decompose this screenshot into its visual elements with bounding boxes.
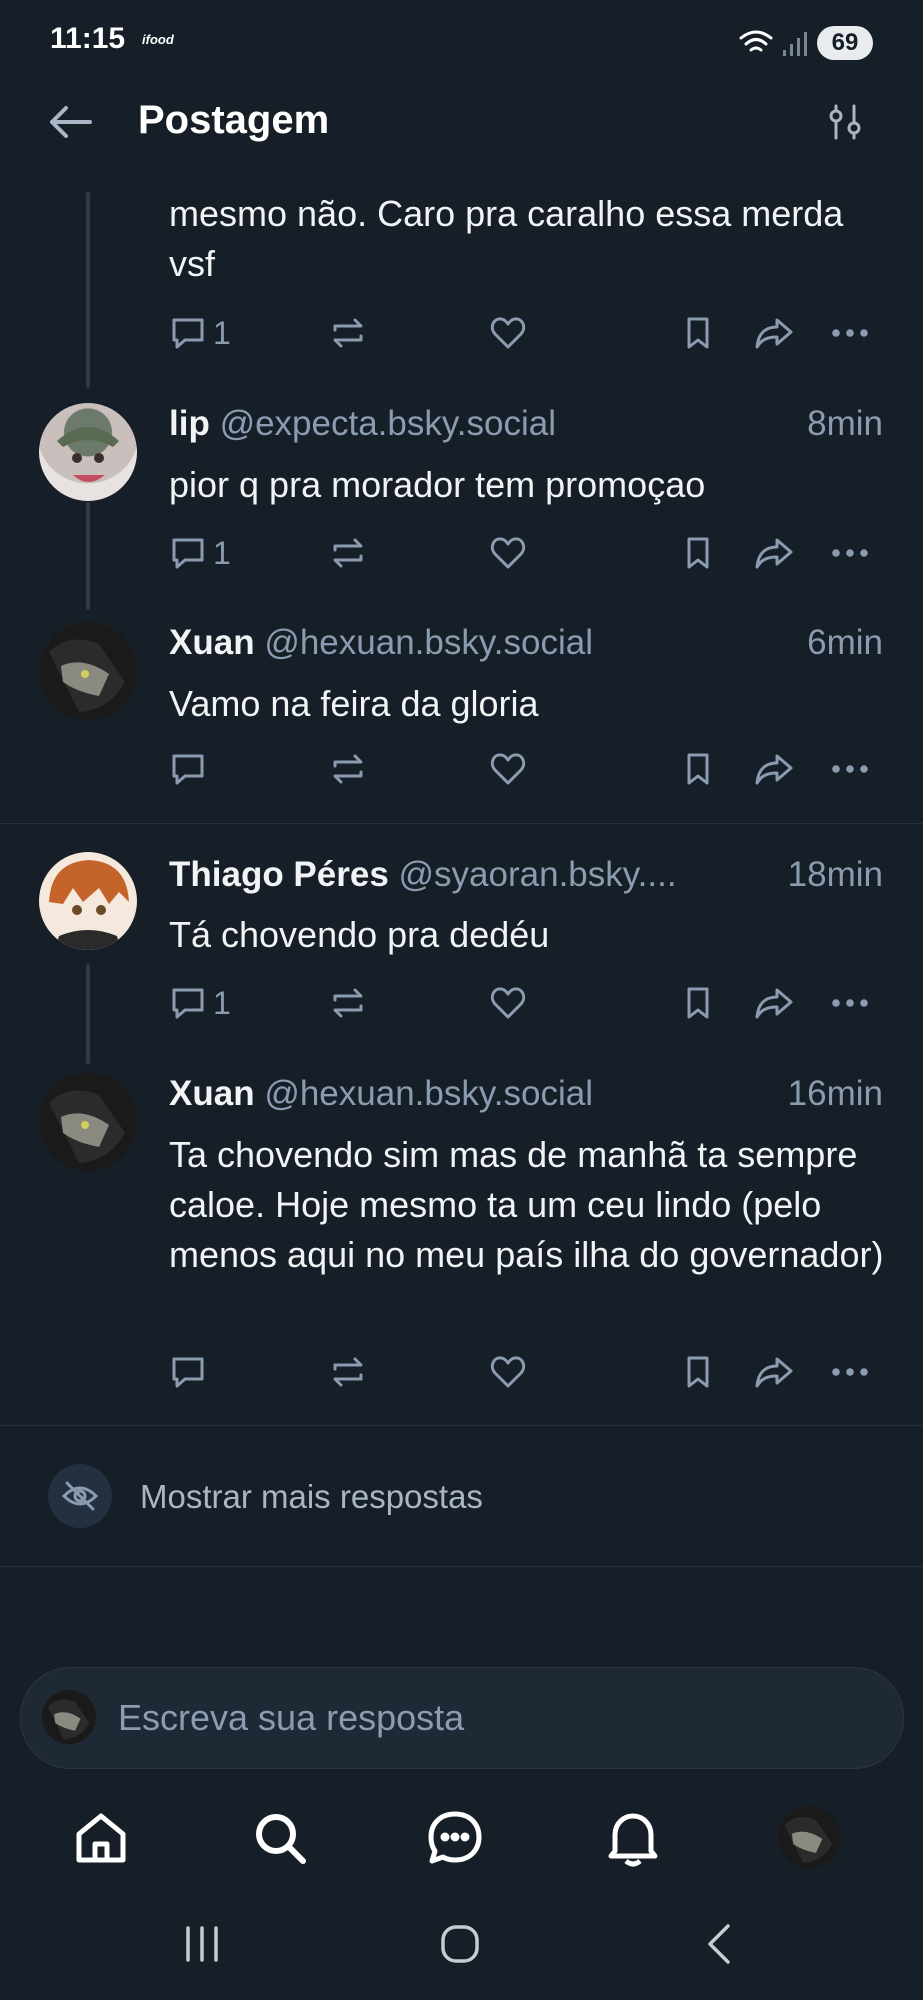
page-title: Postagem — [138, 98, 330, 142]
home-icon[interactable] — [71, 1808, 131, 1868]
repost-icon[interactable] — [329, 984, 367, 1022]
post-actions: 1 — [169, 984, 879, 1030]
like-icon[interactable] — [489, 1353, 527, 1391]
author-handle[interactable]: @hexuan.bsky.social — [264, 1074, 593, 1113]
signal-icon — [782, 30, 808, 58]
show-more-replies-label: Mostrar mais respostas — [140, 1478, 483, 1515]
author-handle[interactable]: @expecta.bsky.social — [220, 404, 556, 443]
eye-off-icon — [48, 1464, 112, 1528]
avatar[interactable] — [39, 622, 137, 720]
bookmark-icon[interactable] — [679, 984, 717, 1022]
avatar[interactable] — [39, 852, 137, 950]
bookmark-icon[interactable] — [679, 750, 717, 788]
share-icon[interactable] — [753, 314, 795, 352]
post-actions — [169, 1353, 879, 1399]
share-icon[interactable] — [753, 1353, 795, 1391]
post-actions: 1 — [169, 314, 879, 360]
repost-icon[interactable] — [329, 314, 367, 352]
chat-icon[interactable] — [425, 1808, 485, 1868]
wifi-icon — [738, 28, 774, 58]
ifood-notification-icon: ifood — [142, 32, 174, 47]
repost-icon[interactable] — [329, 750, 367, 788]
thread-connector — [86, 502, 90, 610]
back-system-icon[interactable] — [702, 1922, 738, 1966]
post-text: mesmo não. Caro pra caralho essa merda v… — [169, 193, 844, 284]
bookmark-icon[interactable] — [679, 1353, 717, 1391]
avatar[interactable] — [39, 403, 137, 501]
post-actions: 1 — [169, 534, 879, 580]
post-time: 6min — [807, 623, 883, 662]
avatar[interactable] — [39, 1073, 137, 1171]
battery-indicator: 69 — [817, 26, 873, 60]
status-time: 11:15 — [50, 22, 126, 55]
filter-sliders-icon[interactable] — [824, 100, 866, 144]
bookmark-icon[interactable] — [679, 534, 717, 572]
bell-icon[interactable] — [603, 1808, 663, 1870]
share-icon[interactable] — [753, 984, 795, 1022]
more-icon[interactable] — [829, 1353, 871, 1391]
post-text: pior q pra morador tem promoçao — [169, 464, 706, 505]
like-icon[interactable] — [489, 984, 527, 1022]
more-icon[interactable] — [829, 750, 871, 788]
more-icon[interactable] — [829, 534, 871, 572]
reply-placeholder: Escreva sua resposta — [118, 1697, 465, 1738]
post-text: Tá chovendo pra dedéu — [169, 914, 550, 955]
post-text: Ta chovendo sim mas de manhã ta sempre c… — [169, 1134, 884, 1275]
reply-button[interactable]: 1 — [169, 984, 231, 1022]
like-icon[interactable] — [489, 314, 527, 352]
profile-avatar[interactable] — [778, 1806, 840, 1868]
author-name[interactable]: Xuan — [169, 623, 255, 662]
thread-divider — [0, 823, 923, 824]
post-actions — [169, 750, 879, 796]
back-arrow-icon[interactable] — [44, 100, 96, 144]
like-icon[interactable] — [489, 534, 527, 572]
thread-connector — [86, 964, 90, 1064]
share-icon[interactable] — [753, 750, 795, 788]
recent-apps-icon[interactable] — [180, 1924, 224, 1964]
reply-button[interactable]: 1 — [169, 314, 231, 352]
bookmark-icon[interactable] — [679, 314, 717, 352]
author-name[interactable]: Xuan — [169, 1074, 255, 1113]
author-name[interactable]: lip — [169, 404, 210, 443]
section-divider — [0, 1566, 923, 1567]
post-time: 16min — [787, 1074, 883, 1113]
repost-icon[interactable] — [329, 534, 367, 572]
reply-button[interactable] — [169, 750, 213, 788]
post-text: Vamo na feira da gloria — [169, 683, 539, 724]
search-icon[interactable] — [250, 1808, 310, 1868]
author-handle[interactable]: @syaoran.bsky.... — [399, 855, 677, 894]
composer-avatar — [42, 1690, 96, 1744]
reply-button[interactable]: 1 — [169, 534, 231, 572]
post-time: 18min — [787, 855, 883, 894]
author-name[interactable]: Thiago Péres — [169, 855, 389, 894]
more-icon[interactable] — [829, 314, 871, 352]
more-icon[interactable] — [829, 984, 871, 1022]
share-icon[interactable] — [753, 534, 795, 572]
repost-icon[interactable] — [329, 1353, 367, 1391]
like-icon[interactable] — [489, 750, 527, 788]
thread-connector — [86, 192, 90, 388]
reply-button[interactable] — [169, 1353, 213, 1391]
home-system-icon[interactable] — [438, 1922, 482, 1966]
post-time: 8min — [807, 404, 883, 443]
author-handle[interactable]: @hexuan.bsky.social — [264, 623, 593, 662]
